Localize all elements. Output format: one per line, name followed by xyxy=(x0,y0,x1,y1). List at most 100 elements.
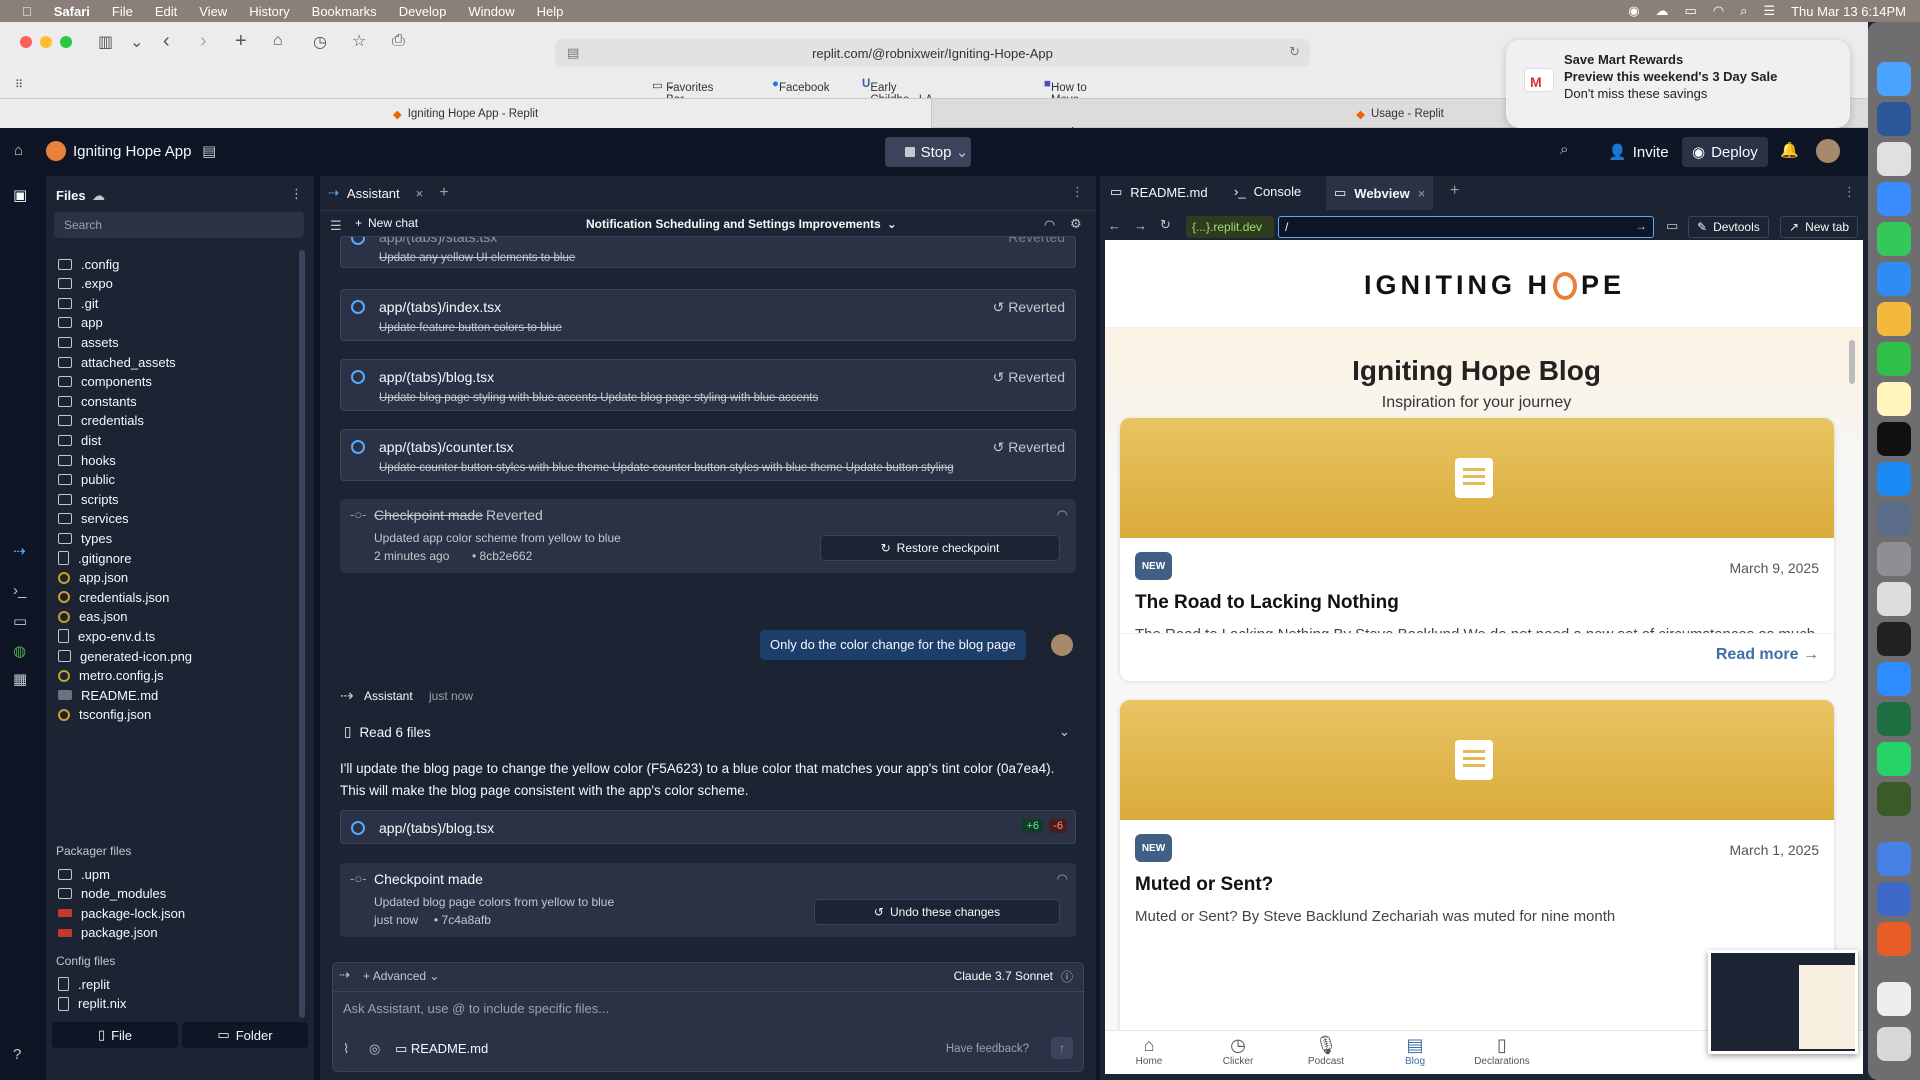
close-window-button[interactable] xyxy=(20,36,32,48)
system-settings-icon[interactable] xyxy=(1877,542,1911,576)
screenshot-thumbnail[interactable] xyxy=(1708,950,1858,1054)
new-tab-button[interactable]: ↗ New tab xyxy=(1780,216,1859,238)
sidebar-icon[interactable]: ▥ xyxy=(98,32,113,52)
bell-icon[interactable]: 🔔 xyxy=(1780,141,1799,159)
apple-icon[interactable]:  xyxy=(22,4,32,19)
avatar[interactable] xyxy=(1816,139,1840,163)
downloads-icon[interactable] xyxy=(1877,982,1911,1016)
whatsapp-icon[interactable] xyxy=(1877,742,1911,776)
menu-app[interactable]: Safari xyxy=(54,4,90,19)
speed-icon[interactable]: ◠ xyxy=(1057,871,1068,887)
deploy-button[interactable]: ◉ Deploy xyxy=(1682,137,1768,167)
facebook-bookmark[interactable]: ● Facebook xyxy=(772,78,829,94)
file-change-card[interactable]: app/(tabs)/stats.tsx Update any yellow U… xyxy=(340,236,1076,268)
menu-bookmarks[interactable]: Bookmarks xyxy=(312,4,377,19)
safari-icon[interactable] xyxy=(1877,182,1911,216)
minimize-window-button[interactable] xyxy=(40,36,52,48)
panel-more-icon[interactable]: ⋮ xyxy=(1843,184,1856,200)
menu-window[interactable]: Window xyxy=(468,4,514,19)
photos-icon[interactable] xyxy=(1877,302,1911,336)
undo-changes-button[interactable]: ↺ Undo these changes xyxy=(814,899,1060,925)
panel-more-icon[interactable]: ⋮ xyxy=(1071,184,1084,200)
menu-help[interactable]: Help xyxy=(537,4,564,19)
nav-declarations[interactable]: ▯ Declarations xyxy=(1467,1035,1537,1067)
nav-podcast[interactable]: 🎙 Podcast xyxy=(1296,1035,1356,1067)
spotlight-icon[interactable]: ⌕ xyxy=(1740,3,1747,19)
tab-webview[interactable]: ▭ Webview × xyxy=(1326,176,1434,210)
settings-gear-icon[interactable]: ⚙ xyxy=(1070,216,1082,232)
console-rail-icon[interactable]: ›_ xyxy=(13,582,26,599)
notification-banner[interactable]: M Save Mart Rewards Preview this weekend… xyxy=(1506,40,1850,128)
clock[interactable]: Thu Mar 13 6:14PM xyxy=(1791,4,1906,19)
nav-home[interactable]: ⌂ Home xyxy=(1119,1035,1179,1067)
devtools-button[interactable]: ✎ Devtools xyxy=(1688,216,1769,238)
menu-develop[interactable]: Develop xyxy=(399,4,447,19)
menu-file[interactable]: File xyxy=(112,4,133,19)
address-bar[interactable]: ▤ replit.com/@robnixweir/Igniting-Hope-A… xyxy=(555,39,1310,67)
favorites-bar-item[interactable]: ▭ Favorites Bar ⌄ xyxy=(652,78,713,106)
file-change-card[interactable]: app/(tabs)/counter.tsx Update counter bu… xyxy=(340,429,1076,481)
reload-icon[interactable]: ↻ xyxy=(1289,44,1300,60)
forward-icon[interactable]: → xyxy=(1134,218,1147,233)
speed-icon[interactable]: ◠ xyxy=(1044,217,1055,233)
webview-rail-icon[interactable]: ▭ xyxy=(13,612,27,630)
simulator-icon[interactable] xyxy=(1877,882,1911,916)
run-options-chevron-icon[interactable]: ⌄ xyxy=(951,137,973,167)
menu-edit[interactable]: Edit xyxy=(155,4,177,19)
messages-icon[interactable] xyxy=(1877,222,1911,256)
add-tab-icon[interactable]: + xyxy=(1450,182,1459,200)
go-arrow-icon[interactable]: → xyxy=(1635,219,1647,233)
add-tab-icon[interactable]: + xyxy=(439,184,448,202)
menu-history[interactable]: History xyxy=(249,4,289,19)
new-folder-button[interactable]: ▭ Folder xyxy=(182,1022,308,1048)
bookmark-star-icon[interactable]: ☆ xyxy=(352,31,366,51)
file-item[interactable]: replit.nix xyxy=(58,994,126,1014)
print-icon[interactable]: ⎙ xyxy=(392,32,405,50)
search-icon[interactable]: ⌕ xyxy=(1560,141,1568,158)
feedback-link[interactable]: Have feedback? xyxy=(946,1043,1029,1055)
tab-console[interactable]: ›_ Console xyxy=(1234,184,1301,199)
new-file-button[interactable]: ▯ File xyxy=(52,1022,178,1048)
reload-icon[interactable]: ↻ xyxy=(1160,217,1171,233)
back-icon[interactable]: ‹ xyxy=(163,30,170,53)
xcode-icon[interactable] xyxy=(1877,842,1911,876)
excel-icon[interactable] xyxy=(1877,702,1911,736)
speed-icon[interactable]: ◠ xyxy=(1057,507,1068,523)
back-icon[interactable]: ← xyxy=(1108,218,1121,233)
tab-igniting-hope[interactable]: ◆ Igniting Hope App - Replit xyxy=(0,99,932,128)
project-name[interactable]: Igniting Hope App xyxy=(73,143,191,160)
replit-dock-icon[interactable] xyxy=(1877,922,1911,956)
snapshot-bookmark[interactable]: ■ How to Move ...ith Snapshot xyxy=(1044,78,1100,130)
attached-file-chip[interactable]: ▭ README.md xyxy=(395,1041,488,1057)
chatgpt-icon[interactable] xyxy=(1877,782,1911,816)
file-change-card[interactable]: app/(tabs)/blog.tsx Update blog page sty… xyxy=(340,359,1076,411)
send-button[interactable]: ↑ xyxy=(1051,1037,1073,1059)
close-tab-icon[interactable]: × xyxy=(1418,186,1426,201)
cloud-icon[interactable]: ☁ xyxy=(1656,3,1669,19)
nav-clicker[interactable]: ◷ Clicker xyxy=(1208,1035,1268,1067)
files-rail-icon[interactable]: ▣ xyxy=(13,186,27,204)
tab-readme[interactable]: ▭ README.md xyxy=(1110,184,1208,200)
file-item[interactable]: .replit xyxy=(58,974,110,994)
notes-icon[interactable] xyxy=(1877,382,1911,416)
restore-checkpoint-button[interactable]: ↻ Restore checkpoint xyxy=(820,535,1060,561)
file-edit-card[interactable]: app/(tabs)/blog.tsx +6 -6 xyxy=(340,810,1076,844)
wifi-icon[interactable]: ◠ xyxy=(1713,3,1724,19)
zoom-window-button[interactable] xyxy=(60,36,72,48)
apple-tv-icon[interactable] xyxy=(1877,422,1911,456)
new-chat-button[interactable]: + New chat xyxy=(355,216,418,230)
read-files-expander[interactable]: ▯ Read 6 files ⌄ xyxy=(344,724,1080,740)
nav-blog[interactable]: ▤ Blog xyxy=(1385,1035,1445,1067)
device-icon[interactable]: ▭ xyxy=(1666,218,1678,234)
zoom-status-icon[interactable]: ◉ xyxy=(1628,3,1639,19)
advanced-dropdown[interactable]: + Advanced ⌄ xyxy=(363,969,439,983)
assistant-rail-icon[interactable]: ⇢ xyxy=(13,542,26,560)
files-scrollbar[interactable] xyxy=(299,250,305,1018)
project-info-icon[interactable]: ▤ xyxy=(202,142,216,160)
script-editor-icon[interactable] xyxy=(1877,582,1911,616)
word-icon[interactable] xyxy=(1877,102,1911,136)
preview-icon[interactable] xyxy=(1877,502,1911,536)
deployments-rail-icon[interactable]: ◍ xyxy=(13,642,26,660)
forward-icon[interactable]: › xyxy=(200,30,207,53)
menu-view[interactable]: View xyxy=(199,4,227,19)
